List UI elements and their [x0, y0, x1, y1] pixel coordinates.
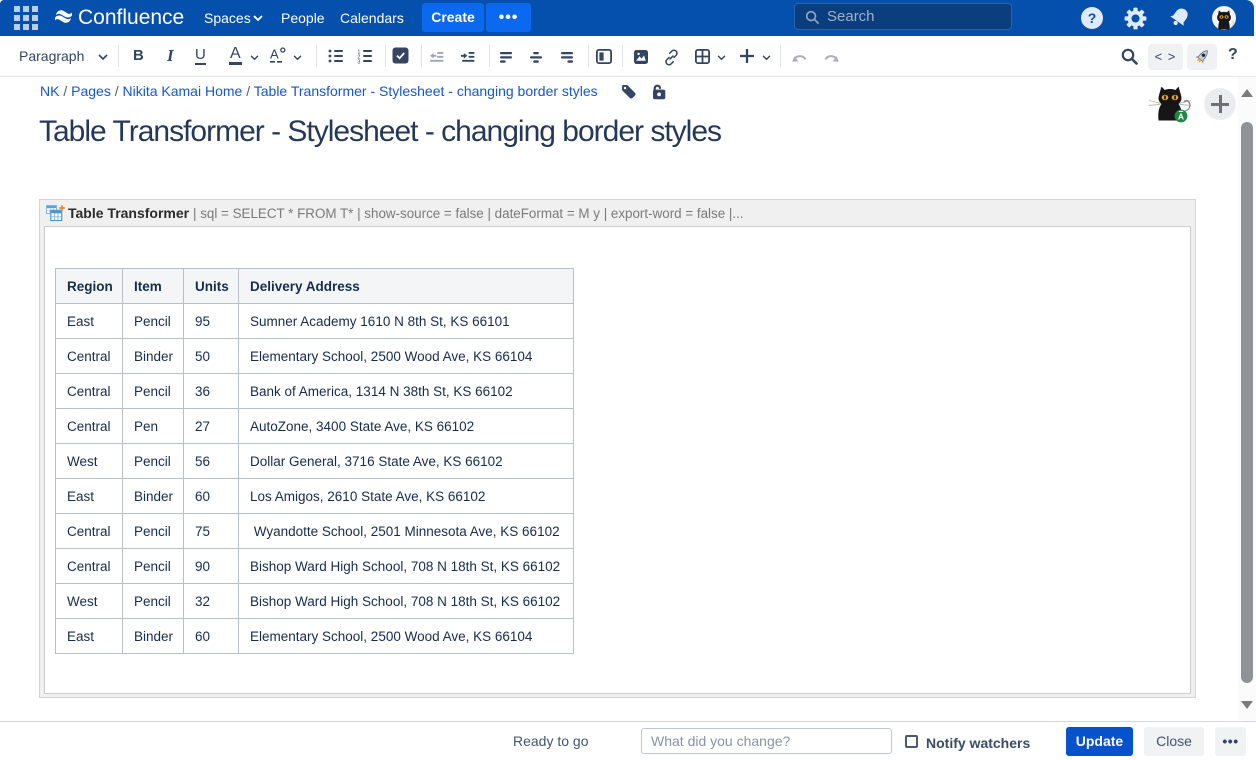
svg-text:A: A: [1178, 111, 1184, 121]
svg-text:A: A: [270, 47, 279, 62]
svg-text:?: ?: [1088, 10, 1097, 26]
svg-text:3: 3: [357, 59, 360, 64]
